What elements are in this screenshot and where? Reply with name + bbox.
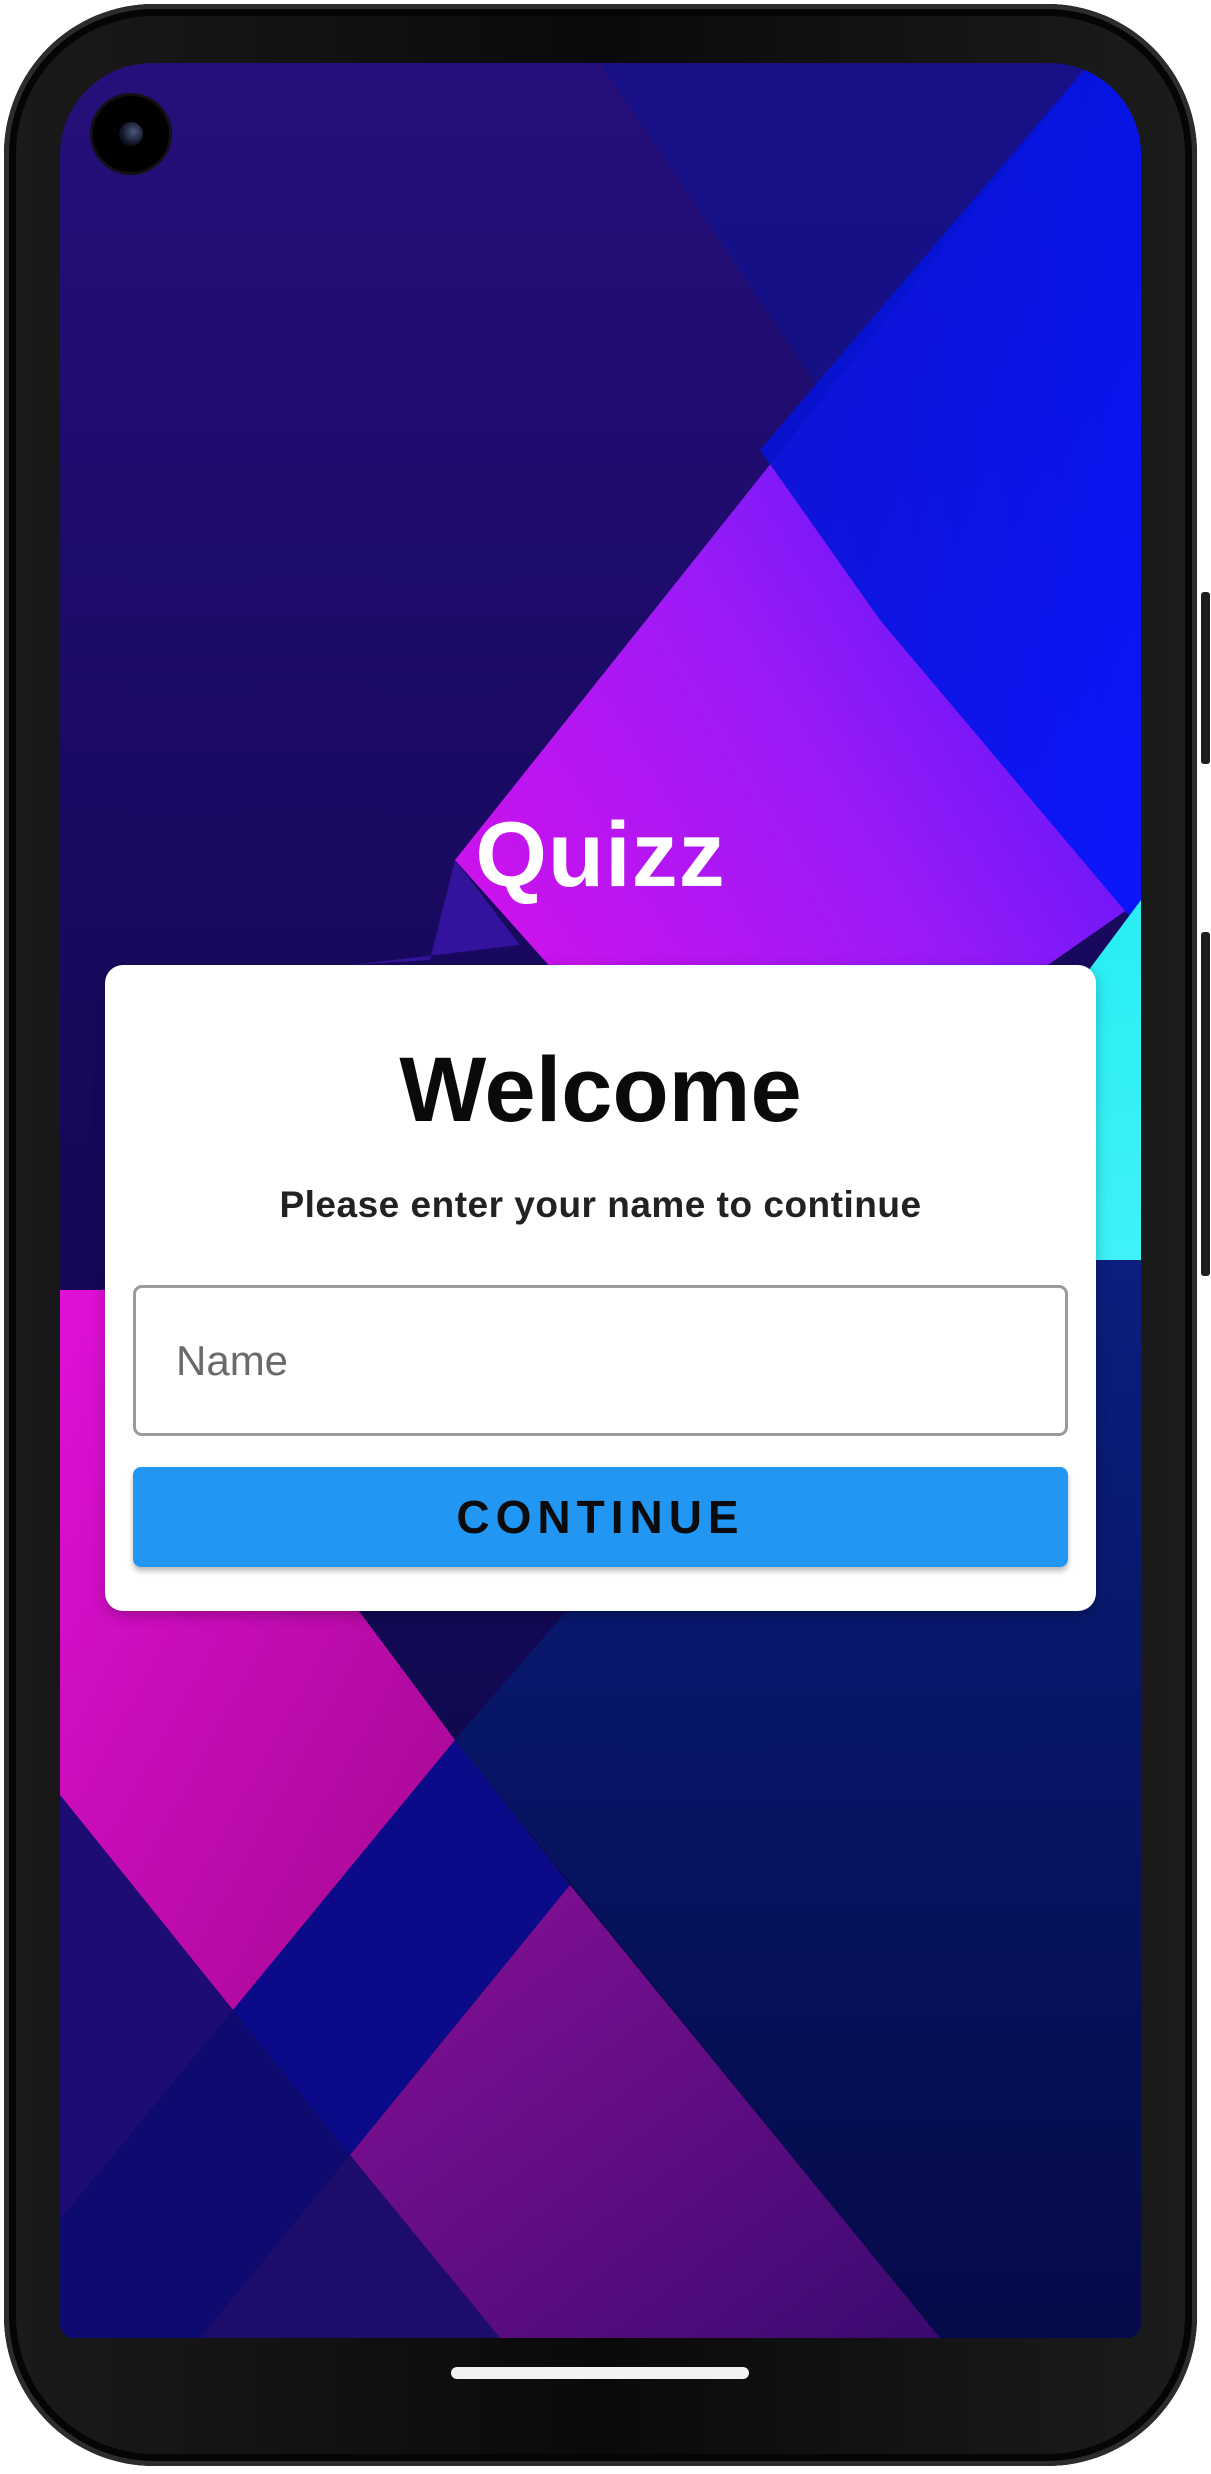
app-title: Quizz <box>475 804 726 906</box>
welcome-card: Welcome Please enter your name to contin… <box>105 965 1096 1611</box>
welcome-subtitle: Please enter your name to continue <box>279 1184 922 1225</box>
gesture-bar-icon[interactable] <box>451 2367 749 2379</box>
front-camera-icon <box>93 96 169 172</box>
welcome-heading: Welcome <box>399 1039 802 1141</box>
power-button <box>1201 592 1210 764</box>
continue-button[interactable]: CONTINUE <box>133 1467 1068 1567</box>
name-input[interactable] <box>133 1285 1068 1436</box>
phone-device: Quizz Welcome Please enter your name to … <box>0 0 1211 2474</box>
volume-button <box>1201 932 1210 1276</box>
